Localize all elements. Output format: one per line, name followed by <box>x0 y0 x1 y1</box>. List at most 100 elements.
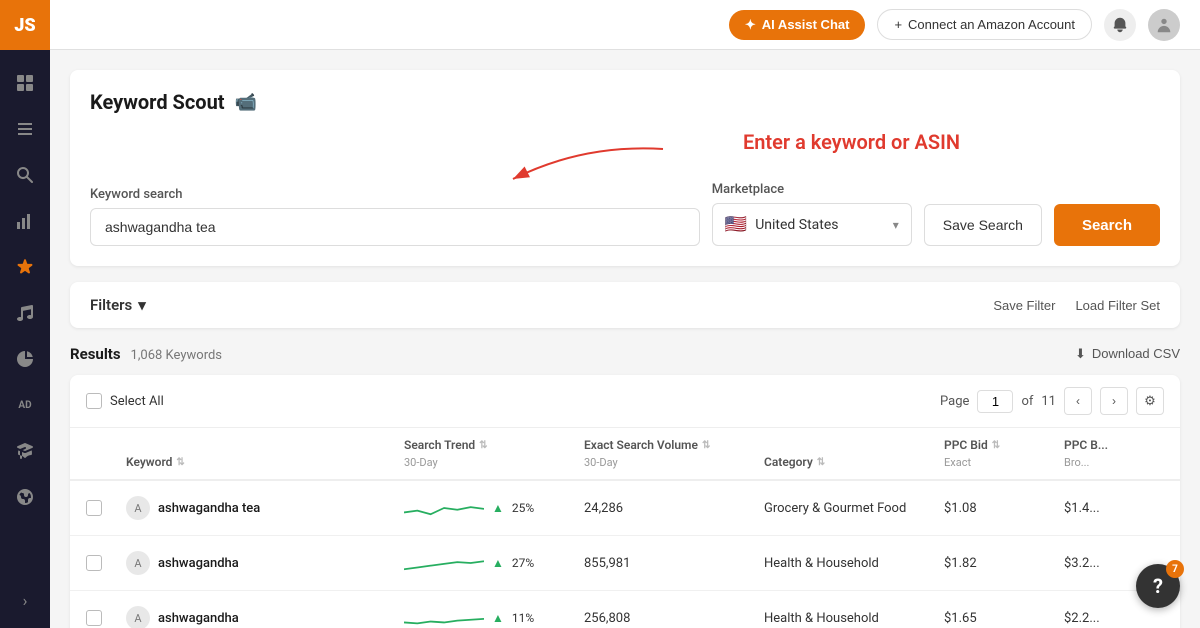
table-settings-button[interactable]: ⚙ <box>1136 387 1164 415</box>
ai-assist-label: AI Assist Chat <box>762 17 850 32</box>
ppc-exact-cell: $1.08 <box>944 501 1064 516</box>
col-volume-sub: 30-Day <box>584 456 618 469</box>
sort-volume-icon: ⇅ <box>702 440 710 451</box>
row-checkbox[interactable] <box>86 555 126 571</box>
results-table: Select All Page of 11 ‹ › ⚙ Keyword ⇅ <box>70 375 1180 628</box>
connect-label: Connect an Amazon Account <box>908 17 1075 32</box>
table-top-bar: Select All Page of 11 ‹ › ⚙ <box>70 375 1180 428</box>
row-select-checkbox[interactable] <box>86 500 102 516</box>
keyword-cell: A ashwagandha <box>126 551 404 575</box>
save-search-button[interactable]: Save Search <box>924 204 1042 246</box>
help-button[interactable]: 7 ? <box>1136 564 1180 608</box>
help-badge: 7 <box>1166 560 1184 578</box>
notifications-icon[interactable] <box>1104 9 1136 41</box>
select-all-row[interactable]: Select All <box>86 393 164 409</box>
sidebar-item-megaphone[interactable] <box>0 290 50 336</box>
question-mark-icon: ? <box>1153 574 1163 598</box>
trend-percent: 27% <box>512 556 534 570</box>
select-all-label: Select All <box>110 394 164 409</box>
table-row: A ashwagandha ▲ 11% 256,808 Health & Hou… <box>70 591 1180 628</box>
volume-cell: 24,286 <box>584 501 764 516</box>
sparkle-icon: ✦ <box>745 17 756 33</box>
next-page-button[interactable]: › <box>1100 387 1128 415</box>
page-label: Page <box>940 394 969 409</box>
video-icon[interactable]: 📹 <box>235 92 257 113</box>
connect-amazon-button[interactable]: + Connect an Amazon Account <box>877 9 1092 40</box>
keyword-text: ashwagandha <box>158 556 239 571</box>
col-trend-sub: 30-Day <box>404 456 438 469</box>
sidebar-item-keyword[interactable] <box>0 244 50 290</box>
col-keyword-label: Keyword <box>126 455 172 469</box>
page-of-label: of <box>1021 394 1033 409</box>
row-select-checkbox[interactable] <box>86 555 102 571</box>
filters-chevron-icon: ▾ <box>138 296 146 314</box>
content-area: Keyword Scout 📹 Enter a keyword or ASIN <box>50 50 1200 628</box>
col-category[interactable]: Category ⇅ <box>764 455 944 469</box>
trend-cell: ▲ 25% <box>404 493 584 523</box>
trend-sparkline <box>404 493 484 523</box>
ppc-exact-cell: $1.65 <box>944 611 1064 626</box>
trend-up-icon: ▲ <box>492 556 504 570</box>
card-header: Keyword Scout 📹 <box>90 90 1160 114</box>
sidebar-item-ad[interactable]: AD <box>0 382 50 428</box>
filters-toggle[interactable]: Filters ▾ <box>90 296 146 314</box>
filters-card: Filters ▾ Save Filter Load Filter Set <box>70 282 1180 328</box>
row-select-checkbox[interactable] <box>86 610 102 626</box>
col-ppc-broad[interactable]: PPC B... Bro... <box>1064 438 1164 469</box>
prev-page-button[interactable]: ‹ <box>1064 387 1092 415</box>
volume-cell: 855,981 <box>584 556 764 571</box>
sidebar-item-dashboard[interactable] <box>0 60 50 106</box>
row-checkbox[interactable] <box>86 500 126 516</box>
ai-assist-button[interactable]: ✦ AI Assist Chat <box>729 10 866 40</box>
col-category-label: Category <box>764 455 813 469</box>
user-avatar[interactable] <box>1148 9 1180 41</box>
page-input[interactable] <box>977 390 1013 413</box>
sidebar-item-chart[interactable] <box>0 336 50 382</box>
ppc-broad-cell: $1.4... <box>1064 501 1164 516</box>
results-header: Results 1,068 Keywords ⬇ Download CSV <box>70 344 1180 363</box>
keyword-cell: A ashwagandha <box>126 606 404 628</box>
trend-sparkline <box>404 548 484 578</box>
col-trend[interactable]: Search Trend ⇅ 30-Day <box>404 438 584 469</box>
marketplace-field: Marketplace 🇺🇸 United States ▾ <box>712 182 912 246</box>
col-trend-label: Search Trend <box>404 438 475 452</box>
sidebar-item-search[interactable] <box>0 152 50 198</box>
save-filter-button[interactable]: Save Filter <box>993 298 1055 313</box>
trend-up-icon: ▲ <box>492 611 504 625</box>
sidebar-bottom: › <box>0 582 50 628</box>
pagination-controls: Page of 11 ‹ › ⚙ <box>940 387 1164 415</box>
sidebar-item-products[interactable] <box>0 106 50 152</box>
table-body: A ashwagandha tea ▲ 25% 24,286 Grocery &… <box>70 481 1180 628</box>
col-ppc-exact[interactable]: PPC Bid ⇅ Exact <box>944 438 1064 469</box>
topbar: ✦ AI Assist Chat + Connect an Amazon Acc… <box>50 0 1200 50</box>
download-csv-button[interactable]: ⬇ Download CSV <box>1075 346 1180 362</box>
ppc-exact-cell: $1.82 <box>944 556 1064 571</box>
results-label: Results <box>70 345 121 363</box>
keyword-text: ashwagandha tea <box>158 501 260 516</box>
sidebar-item-globe[interactable] <box>0 474 50 520</box>
sidebar-item-training[interactable] <box>0 428 50 474</box>
load-filter-button[interactable]: Load Filter Set <box>1075 298 1160 313</box>
col-volume-label: Exact Search Volume <box>584 438 698 452</box>
trend-percent: 11% <box>512 611 534 625</box>
table-row: A ashwagandha tea ▲ 25% 24,286 Grocery &… <box>70 481 1180 536</box>
keyword-search-input[interactable] <box>90 208 700 246</box>
select-all-checkbox[interactable] <box>86 393 102 409</box>
col-volume[interactable]: Exact Search Volume ⇅ 30-Day <box>584 438 764 469</box>
main-content: ✦ AI Assist Chat + Connect an Amazon Acc… <box>50 0 1200 628</box>
search-button[interactable]: Search <box>1054 204 1160 246</box>
row-checkbox[interactable] <box>86 610 126 626</box>
us-flag-icon: 🇺🇸 <box>725 214 747 235</box>
marketplace-select[interactable]: 🇺🇸 United States ▾ <box>712 203 912 246</box>
sort-category-icon: ⇅ <box>817 457 825 468</box>
card-title: Keyword Scout <box>90 90 225 114</box>
app-logo[interactable]: JS <box>0 0 50 50</box>
sidebar-item-analytics[interactable] <box>0 198 50 244</box>
trend-cell: ▲ 27% <box>404 548 584 578</box>
volume-cell: 256,808 <box>584 611 764 626</box>
annotation-text: Enter a keyword or ASIN <box>743 130 960 154</box>
sidebar-expand-button[interactable]: › <box>0 582 50 618</box>
keyword-text: ashwagandha <box>158 611 239 626</box>
sidebar: JS AD › <box>0 0 50 628</box>
col-keyword[interactable]: Keyword ⇅ <box>126 455 404 469</box>
